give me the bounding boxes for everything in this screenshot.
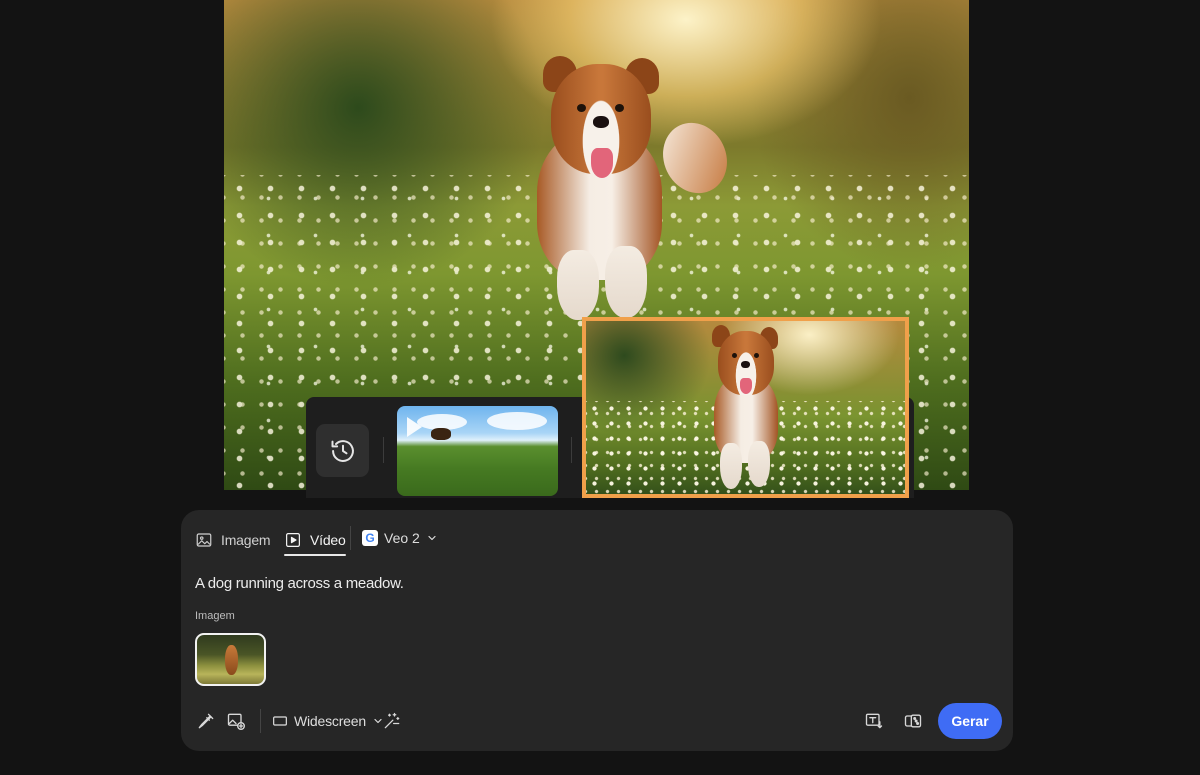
running-dog [708,323,794,493]
eyedropper-icon [198,713,214,729]
strip-divider [571,437,572,463]
strip-divider [383,437,384,463]
eyedropper-button[interactable] [194,709,218,733]
model-label: Veo 2 [384,530,420,546]
image-icon [196,533,212,547]
tab-video[interactable]: Vídeo [284,527,346,556]
randomize-button[interactable] [901,709,925,733]
tab-image-label: Imagem [221,532,271,548]
video-icon [286,533,300,547]
model-selector[interactable]: G Veo 2 [362,526,438,550]
history-icon [331,439,354,462]
toolbar-separator [260,709,261,733]
reference-image-thumbnail[interactable] [195,633,266,686]
effects-button[interactable] [380,709,404,733]
prompt-input[interactable] [195,572,985,594]
add-image-icon [227,713,245,730]
generate-button[interactable]: Gerar [938,703,1002,739]
add-image-button[interactable] [224,709,248,733]
play-icon [407,417,422,437]
widescreen-icon [273,716,287,726]
sparkle-effects-icon [384,712,400,729]
tab-video-label: Vídeo [310,532,346,548]
reference-image-label: Imagem [195,610,235,622]
tab-separator [350,526,351,550]
dice-icon [904,714,922,728]
selected-history-thumbnail[interactable] [582,317,909,498]
reference-dog [225,645,238,675]
tab-image[interactable]: Imagem [195,527,271,553]
chevron-down-icon [428,535,436,541]
google-icon: G [362,530,378,546]
running-dog [529,50,739,320]
firefly-video-workspace: Imagem Vídeo G Veo 2 Imagem [0,0,1200,775]
history-button[interactable] [316,424,369,477]
style-text-icon [865,713,883,729]
style-settings-button[interactable] [862,709,886,733]
aspect-ratio-label: Widescreen [294,713,366,729]
dog-in-field [431,428,451,440]
aspect-ratio-selector[interactable]: Widescreen [272,709,384,733]
history-thumbnail[interactable] [397,406,558,496]
